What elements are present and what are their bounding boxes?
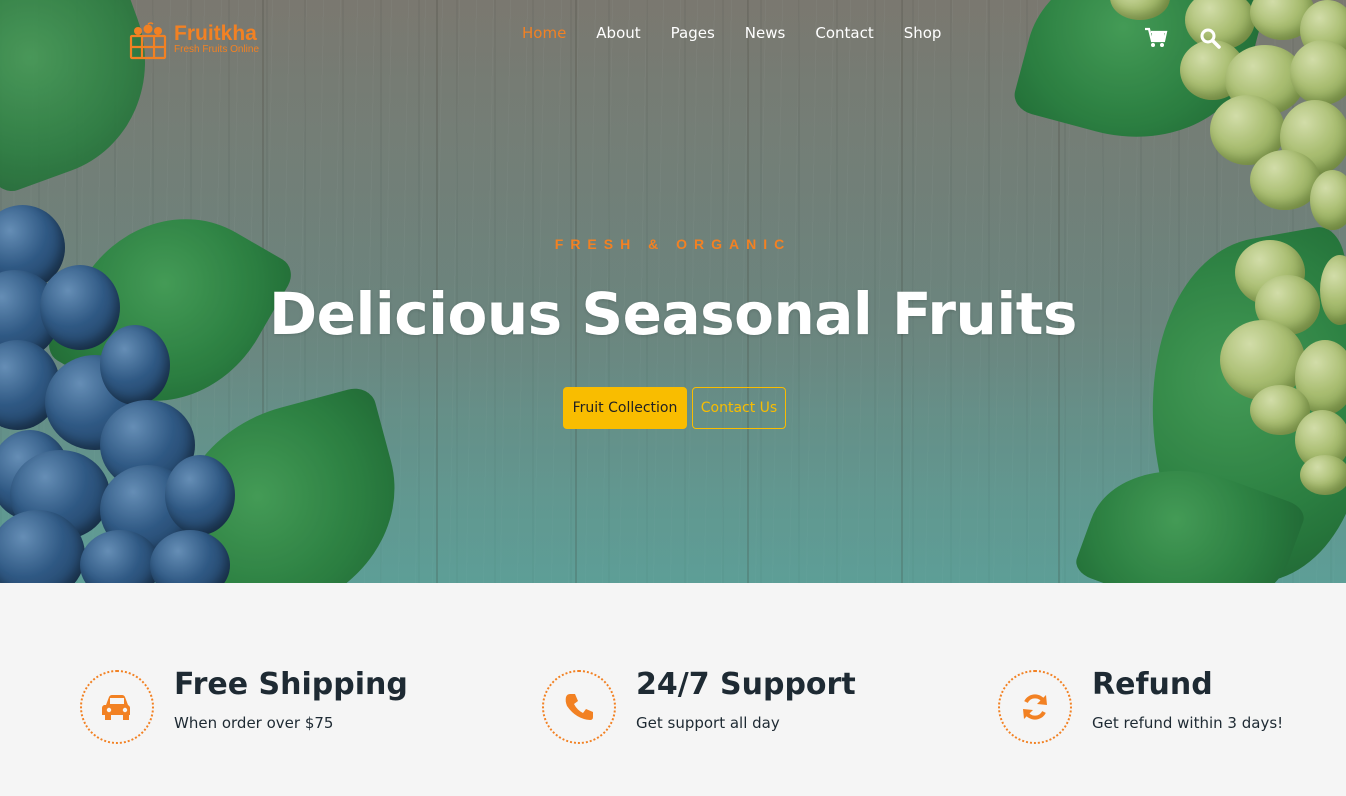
nav-item-pages[interactable]: Pages xyxy=(671,23,715,43)
feature-refund: Refund Get refund within 3 days! xyxy=(998,667,1284,744)
feature-free-shipping: Free Shipping When order over $75 xyxy=(80,667,408,744)
phone-icon xyxy=(565,694,593,720)
feature-title: 24/7 Support xyxy=(636,667,856,702)
feature-icon-circle xyxy=(80,670,154,744)
basket-icon xyxy=(128,22,168,60)
nav-item-shop[interactable]: Shop xyxy=(904,23,942,43)
cart-icon[interactable] xyxy=(1144,27,1168,49)
nav-item-home[interactable]: Home xyxy=(522,23,566,43)
car-icon xyxy=(102,695,130,720)
feature-icon-circle xyxy=(998,670,1072,744)
fruit-collection-button[interactable]: Fruit Collection xyxy=(563,387,687,429)
hero-subtitle: FRESH & ORGANIC xyxy=(554,236,792,252)
contact-us-button[interactable]: Contact Us xyxy=(692,387,786,429)
nav-item-news[interactable]: News xyxy=(745,23,786,43)
refresh-icon xyxy=(1023,694,1047,720)
feature-support: 24/7 Support Get support all day xyxy=(542,667,856,744)
hero-headline: Delicious Seasonal Fruits xyxy=(269,280,1077,348)
hero-banner: Fruitkha Fresh Fruits Online Home About … xyxy=(0,0,1346,583)
nav-item-contact[interactable]: Contact xyxy=(815,23,873,43)
feature-title: Refund xyxy=(1092,667,1213,702)
feature-icon-circle xyxy=(542,670,616,744)
feature-title: Free Shipping xyxy=(174,667,408,702)
brand-tagline: Fresh Fruits Online xyxy=(174,44,260,55)
search-icon[interactable] xyxy=(1199,27,1221,49)
feature-text: When order over $75 xyxy=(174,714,334,732)
main-nav: Home About Pages News Contact Shop xyxy=(522,23,971,43)
feature-text: Get refund within 3 days! xyxy=(1092,714,1284,732)
feature-text: Get support all day xyxy=(636,714,780,732)
brand-name: Fruitkha xyxy=(174,22,257,45)
brand-logo[interactable]: Fruitkha Fresh Fruits Online xyxy=(128,22,259,60)
nav-item-about[interactable]: About xyxy=(596,23,640,43)
